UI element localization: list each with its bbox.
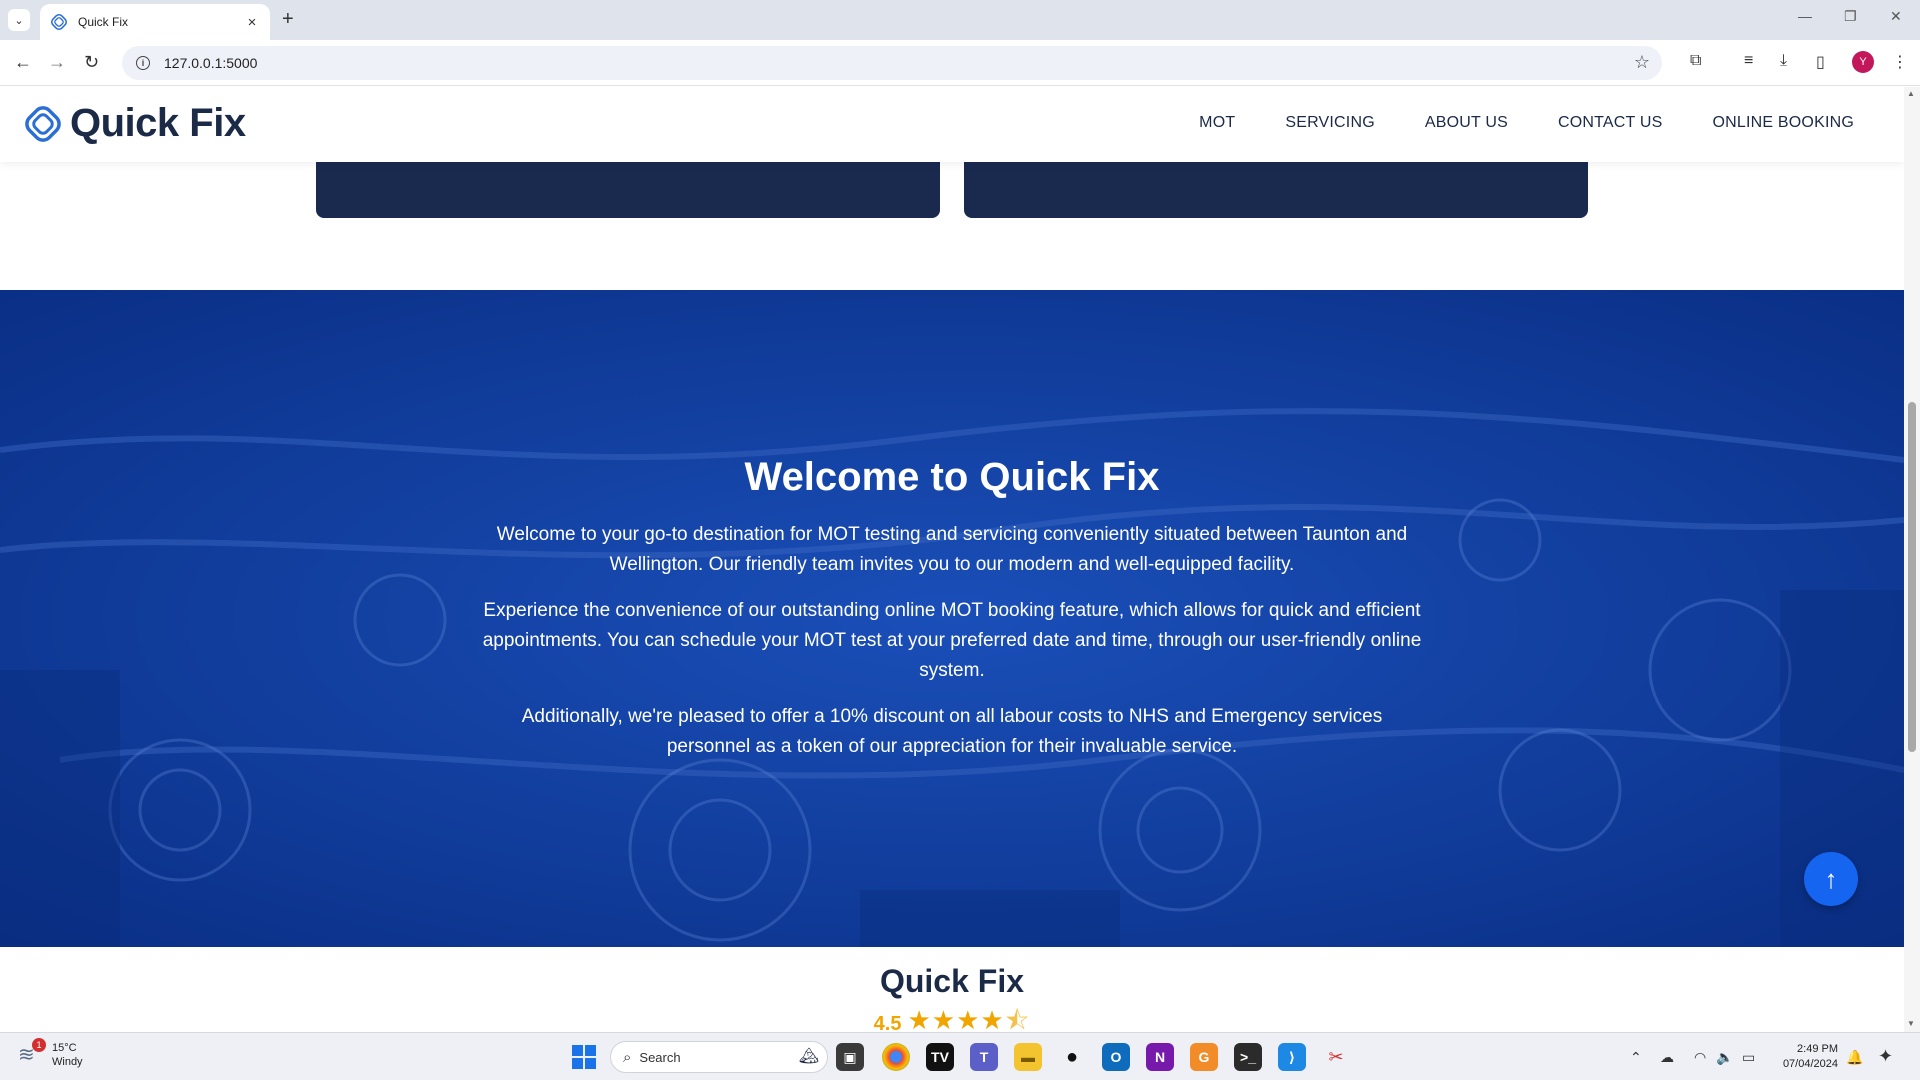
half-star-icon: ⯪ [1004,1005,1031,1032]
rating-section: Quick Fix 4.5 ★★★★⯪ [0,947,1904,1032]
back-icon[interactable]: ← [14,52,32,73]
address-bar[interactable]: i 127.0.0.1:5000 ☆ [122,46,1662,80]
weather-widget[interactable]: ≋ 1 15°C Windy [18,1038,83,1069]
restore-icon[interactable]: ❐ [1844,8,1857,25]
star-icon: ★ [956,1005,981,1032]
side-panel-icon[interactable]: ▯ [1816,52,1825,72]
bookmark-star-icon[interactable]: ☆ [1634,52,1650,73]
rating-title: Quick Fix [879,963,1025,999]
notification-badge: 1 [32,1038,46,1052]
quick-fix-favicon-icon [50,13,68,31]
scrollbar-thumb[interactable] [1908,402,1916,752]
star-icon: ★ [907,1005,932,1032]
file-explorer-icon[interactable]: ▬ [1014,1043,1042,1071]
download-icon[interactable]: ⤓ [1780,52,1787,70]
main-nav: MOT SERVICING ABOUT US CONTACT US ONLINE… [1149,114,1854,132]
tradingview-icon[interactable]: TV [926,1043,954,1071]
hero-paragraph-3: Additionally, we're pleased to offer a 1… [521,706,1383,757]
taskbar-clock[interactable]: 2:49 PM 07/04/2024 [1774,1042,1838,1072]
browser-tab-active[interactable]: Quick Fix × [40,4,270,40]
chrome-icon[interactable] [882,1043,910,1071]
browser-toolbar: ← → ↻ i 127.0.0.1:5000 ☆ ⧉ ≡ ⤓ ▯ Y ⋮ [0,40,1920,86]
windows-logo-icon [572,1045,583,1056]
arrow-up-icon: ↑ [1824,863,1838,894]
page-viewport: Quick Fix MOT SERVICING ABOUT US CONTACT… [0,87,1904,1032]
hero-paragraph-2: Experience the convenience of our outsta… [482,600,1422,681]
star-icon: ★ [931,1005,957,1032]
star-icon: ★ [980,1005,1005,1032]
brand-link[interactable]: Quick Fix [22,101,246,146]
nav-about-us[interactable]: ABOUT US [1425,114,1508,132]
weather-temp: 15°C [52,1042,77,1054]
hero-content: Welcome to Quick Fix Welcome to your go-… [480,455,1424,778]
profile-avatar[interactable]: Y [1852,51,1874,73]
rating-row: 4.5 ★★★★⯪ [0,1002,1904,1032]
new-tab-button[interactable]: + [282,8,294,31]
brand-name: Quick Fix [70,101,246,145]
windows-logo-pane [572,1058,583,1069]
search-placeholder: Search [639,1049,681,1065]
window-close-icon[interactable]: ✕ [1890,8,1902,25]
page-scrollbar[interactable]: ▲ ▼ [1904,87,1920,1032]
tab-close-icon[interactable]: × [244,14,260,31]
rating-value: 4.5 [873,1012,902,1033]
welcome-hero-section: Welcome to Quick Fix Welcome to your go-… [0,290,1904,947]
tray-chevron-up-icon[interactable]: ⌃ [1630,1049,1642,1066]
clock-time: 2:49 PM [1797,1043,1838,1055]
nav-contact-us[interactable]: CONTACT US [1558,114,1663,132]
scroll-up-icon[interactable]: ▲ [1907,89,1915,98]
nav-mot[interactable]: MOT [1199,114,1235,132]
back-to-top-button[interactable]: ↑ [1804,852,1858,906]
scroll-down-icon[interactable]: ▼ [1907,1019,1915,1028]
vscode-icon[interactable]: ⟩ [1278,1043,1306,1071]
extensions-icon[interactable]: ⧉ [1690,52,1701,70]
site-header: Quick Fix MOT SERVICING ABOUT US CONTACT… [0,87,1904,162]
wifi-icon[interactable]: ◠ [1694,1049,1706,1066]
windows-logo-pane [585,1058,596,1069]
quick-fix-logo-icon [25,105,61,142]
outlook-icon[interactable]: O [1102,1043,1130,1071]
minimize-icon[interactable]: — [1798,8,1812,24]
tab-title: Quick Fix [78,15,129,29]
terminal-icon[interactable]: >_ [1234,1043,1262,1071]
copilot-icon[interactable]: ✦ [1878,1046,1893,1067]
windows-logo-pane [585,1045,596,1056]
star-rating: ★★★★⯪ [907,1002,1030,1032]
windows-taskbar: ≋ 1 15°C Windy ⌕ Search 🏔 ▣ TV T ▬ ● O N… [0,1032,1920,1080]
clock-date: 07/04/2024 [1782,1058,1838,1070]
hero-title: Welcome to Quick Fix [744,455,1160,499]
battery-icon[interactable]: ▭ [1742,1049,1755,1066]
chevron-down-icon: ⌄ [14,14,24,27]
weather-desc: Windy [52,1056,83,1068]
hero-paragraph-1: Welcome to your go-to destination for MO… [496,524,1408,575]
browser-tab-bar: ⌄ Quick Fix × + — ❐ ✕ [0,0,1920,40]
url-text: 127.0.0.1:5000 [164,55,258,71]
nav-online-booking[interactable]: ONLINE BOOKING [1713,114,1855,132]
menu-kebab-icon[interactable]: ⋮ [1892,52,1908,72]
sublime-icon[interactable]: G [1190,1043,1218,1071]
alien-app-icon[interactable]: ● [1058,1043,1086,1071]
nav-servicing[interactable]: SERVICING [1285,114,1375,132]
snipping-tool-icon[interactable]: ✂ [1322,1043,1350,1071]
search-icon: ⌕ [623,1048,632,1066]
reading-list-icon[interactable]: ≡ [1744,52,1753,70]
teams-icon[interactable]: T [970,1043,998,1071]
onenote-icon[interactable]: N [1146,1043,1174,1071]
volume-icon[interactable]: 🔈 [1716,1049,1733,1066]
forward-icon[interactable]: → [48,52,66,73]
task-view-icon[interactable]: ▣ [836,1043,864,1071]
search-highlight-icon: 🏔 [798,1048,819,1065]
tab-search-button[interactable]: ⌄ [8,9,30,31]
site-info-icon[interactable]: i [136,56,150,70]
reload-icon[interactable]: ↻ [84,52,99,73]
wind-icon: ≋ 1 [18,1038,46,1068]
notifications-bell-icon[interactable]: 🔔 [1846,1049,1863,1066]
onedrive-cloud-icon[interactable]: ☁ [1660,1049,1674,1066]
start-button[interactable] [572,1045,596,1069]
taskbar-search[interactable]: ⌕ Search 🏔 [610,1041,828,1073]
